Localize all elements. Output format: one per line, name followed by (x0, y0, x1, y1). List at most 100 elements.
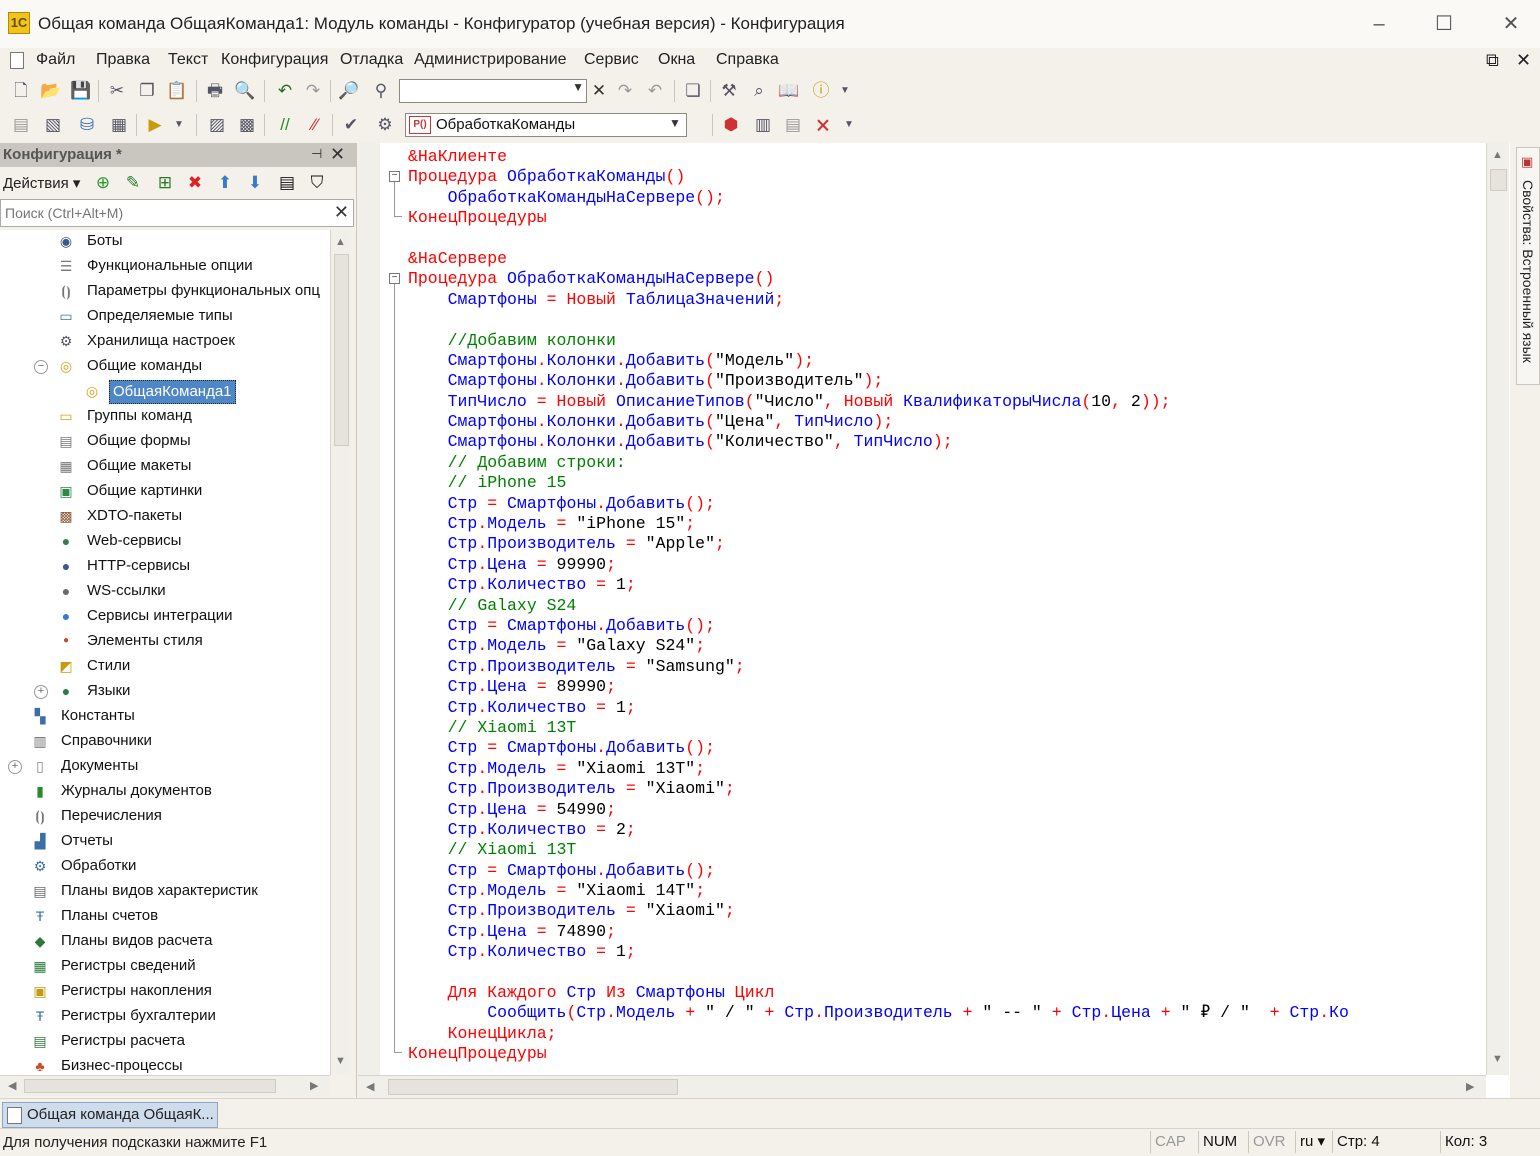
code-line[interactable]: Стр = Смартфоны.Добавить(); (408, 738, 1488, 758)
code-line[interactable]: ТипЧисло = Новый ОписаниеТипов("Число", … (408, 392, 1488, 412)
tree-item-calculation-registers[interactable]: ▤ Регистры расчета (0, 1030, 330, 1054)
tree-item-functional-params[interactable]: ⦗⦘ Параметры функциональных опц (0, 280, 330, 304)
tree-item-common-pictures[interactable]: ▣ Общие картинки (0, 480, 330, 504)
tree-item-integration-services[interactable]: ● Сервисы интеграции (0, 605, 330, 629)
save-icon[interactable]: 💾 (70, 80, 92, 102)
update-database-icon[interactable]: ⛁ (76, 114, 98, 136)
code-line[interactable]: Стр = Смартфоны.Добавить(); (408, 494, 1488, 514)
fold-procedure-2-icon[interactable]: − (389, 273, 400, 284)
procedures-list-icon[interactable]: ⚙ (374, 114, 396, 136)
properties-tab[interactable]: ▣ Свойства: Встроенный язык (1516, 147, 1540, 385)
module-procedure-combo[interactable]: Р() ОбработкаКоманды ▼ (405, 113, 687, 137)
fold-procedure-1-icon[interactable]: − (389, 171, 400, 182)
form-icon[interactable]: ▨ (206, 114, 228, 136)
tree-item-common-templates[interactable]: ▦ Общие макеты (0, 455, 330, 479)
tree-item-data-processors[interactable]: ⚙ Обработки (0, 855, 330, 879)
minimize-button[interactable]: – (1356, 10, 1402, 38)
help-book-icon[interactable]: 📖 (778, 80, 800, 102)
code-line[interactable]: Смартфоны.Колонки.Добавить("Количество",… (408, 432, 1488, 452)
editor-scroll-down-icon[interactable]: ▼ (1492, 1053, 1503, 1065)
code-line[interactable]: Стр.Производитель = "Apple"; (408, 534, 1488, 554)
menu-edit[interactable]: Правка (96, 51, 150, 69)
tree-item-common-commands[interactable]: − ◎ Общие команды (0, 355, 330, 379)
open-folder-icon[interactable]: 📂 (40, 80, 62, 102)
find-next-icon[interactable]: ↷ (614, 80, 636, 102)
code-line[interactable]: Стр = Смартфоны.Добавить(); (408, 861, 1488, 881)
tree-item-bots[interactable]: ◉ Боты (0, 230, 330, 254)
code-line[interactable]: Процедура ОбработкаКомандыНаСервере() (408, 269, 1488, 289)
print-icon[interactable]: 🖶 (204, 80, 226, 102)
code-line[interactable]: &НаСервере (408, 249, 1488, 269)
code-line[interactable]: Стр.Цена = 99990; (408, 555, 1488, 575)
code-line[interactable]: Смартфоны = Новый ТаблицаЗначений; (408, 290, 1488, 310)
code-line[interactable]: КонецПроцедуры (408, 208, 1488, 228)
menu-help[interactable]: Справка (716, 51, 779, 69)
clear-tree-search-icon[interactable]: ✕ (334, 202, 349, 223)
restore-child-icon[interactable]: ⧉ (1486, 50, 1499, 71)
code-line[interactable]: Стр.Производитель = "Xiaomi"; (408, 779, 1488, 799)
code-line[interactable]: // Xiaomi 13T (408, 718, 1488, 738)
tree-item-information-registers[interactable]: ▦ Регистры сведений (0, 955, 330, 979)
tree-search-input[interactable] (3, 202, 327, 224)
tree-item-languages[interactable]: + ● Языки (0, 680, 330, 704)
paste-icon[interactable]: 📋 (166, 80, 188, 102)
tree-vertical-scrollbar[interactable]: ▲ ▼ (330, 230, 351, 1075)
add-child-icon[interactable]: ⊞ (154, 172, 176, 194)
code-line[interactable]: Смартфоны.Колонки.Добавить("Модель"); (408, 351, 1488, 371)
module-icon[interactable]: ▩ (236, 114, 258, 136)
code-line[interactable]: Стр.Производитель = "Samsung"; (408, 657, 1488, 677)
language-selector[interactable]: ru ▾ (1295, 1131, 1332, 1153)
tree-item-web-services[interactable]: ● Web-сервисы (0, 530, 330, 554)
tree-search-field[interactable]: ✕ (0, 199, 354, 227)
actions-menu-button[interactable]: Действия ▾ (3, 174, 80, 192)
code-line[interactable]: Стр.Производитель = "Xiaomi"; (408, 901, 1488, 921)
tree-item-functional-options[interactable]: ☰ Функциональные опции (0, 255, 330, 279)
maximize-button[interactable]: ☐ (1421, 10, 1467, 38)
tree-item-http-services[interactable]: ● HTTP-сервисы (0, 555, 330, 579)
expand-icon[interactable]: + (8, 760, 22, 774)
disabled-bookmark-icon[interactable]: ▤ (782, 114, 804, 136)
code-line[interactable]: // Xiaomi 13T (408, 840, 1488, 860)
close-panel-icon[interactable]: ✕ (330, 144, 345, 165)
code-line[interactable]: Стр.Количество = 2; (408, 820, 1488, 840)
menu-service[interactable]: Сервис (584, 51, 639, 69)
scroll-down-icon[interactable]: ▼ (335, 1055, 346, 1067)
redo-icon[interactable]: ↷ (302, 80, 324, 102)
clear-search-icon[interactable]: ✕ (588, 80, 610, 102)
start-dropdown-icon[interactable]: ▼ (168, 114, 190, 136)
tree-item-style-items[interactable]: ● Элементы стиля (0, 630, 330, 654)
editor-horizontal-scrollbar[interactable]: ◀ ▶ (358, 1075, 1486, 1098)
code-line[interactable]: ​ (408, 229, 1488, 249)
code-line[interactable]: Стр.Цена = 89990; (408, 677, 1488, 697)
bookmark-icon[interactable]: ▥ (752, 114, 774, 136)
menu-windows[interactable]: Окна (658, 51, 695, 69)
editor-hscroll-thumb[interactable] (388, 1079, 678, 1095)
editor-scroll-up-icon[interactable]: ▲ (1492, 149, 1503, 161)
code-line[interactable]: КонецПроцедуры (408, 1044, 1488, 1064)
tree-item-enums[interactable]: ⦗⦘ Перечисления (0, 805, 330, 829)
scroll-left-icon[interactable]: ◀ (8, 1079, 16, 1092)
copy-icon[interactable]: ❐ (136, 80, 158, 102)
print-preview-icon[interactable]: 🔍 (234, 80, 256, 102)
edit-config-icon[interactable]: ▧ (42, 114, 64, 136)
window-list-icon[interactable]: ❏ (682, 80, 704, 102)
code-line[interactable]: ОбработкаКомандыНаСервере(); (408, 188, 1488, 208)
search-icon[interactable]: ⚲ (370, 80, 392, 102)
menu-configuration[interactable]: Конфигурация (221, 51, 328, 69)
code-line[interactable]: ​ (408, 310, 1488, 330)
code-line[interactable]: Процедура ОбработкаКоманды() (408, 167, 1488, 187)
undo-icon[interactable]: ↶ (274, 80, 296, 102)
comment-icon[interactable]: // (274, 114, 296, 136)
delete-bookmarks-icon[interactable]: 🗙 (812, 114, 834, 136)
code-line[interactable]: // Galaxy S24 (408, 596, 1488, 616)
code-line[interactable]: Стр.Модель = "Galaxy S24"; (408, 636, 1488, 656)
code-line[interactable]: Стр.Цена = 54990; (408, 800, 1488, 820)
find-previous-icon[interactable]: ↶ (644, 80, 666, 102)
menu-debug[interactable]: Отладка (340, 51, 403, 69)
move-up-icon[interactable]: ⬆ (214, 172, 236, 194)
tree-hscroll-thumb[interactable] (24, 1079, 276, 1093)
breakpoint-icon[interactable]: ⬢ (720, 114, 742, 136)
tree-item-accumulation-registers[interactable]: ▣ Регистры накопления (0, 980, 330, 1004)
tree-scroll-thumb[interactable] (334, 254, 349, 446)
syntax-assistant-icon[interactable]: ⚒ (718, 80, 740, 102)
